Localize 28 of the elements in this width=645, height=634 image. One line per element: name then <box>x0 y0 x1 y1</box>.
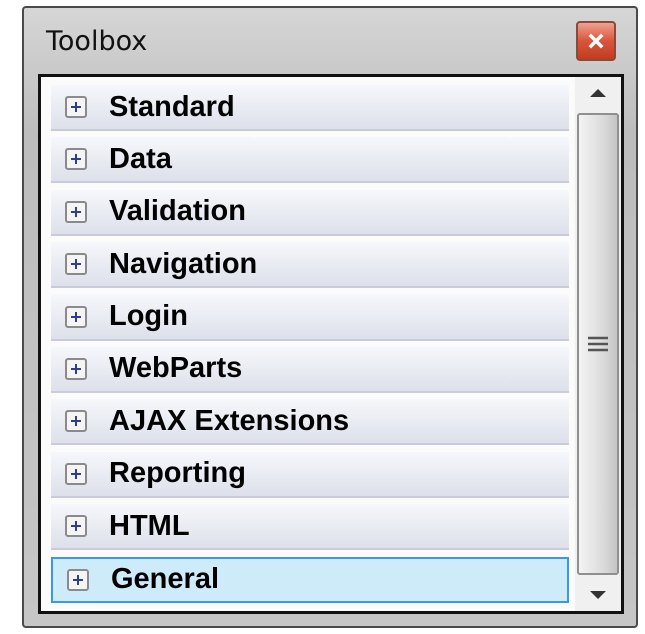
expand-icon[interactable] <box>65 253 87 276</box>
expand-icon[interactable] <box>65 200 87 223</box>
expand-icon[interactable] <box>65 358 87 380</box>
scroll-thumb[interactable] <box>577 113 619 575</box>
toolbox-group[interactable]: Validation <box>51 190 569 236</box>
toolbox-group[interactable]: Login <box>51 294 569 341</box>
expand-icon[interactable] <box>65 96 87 118</box>
close-icon <box>588 33 604 49</box>
scroll-up-icon[interactable] <box>588 87 608 99</box>
toolbox-group[interactable]: HTML <box>51 504 569 550</box>
window-title: Toolbox <box>46 26 148 56</box>
close-button[interactable] <box>576 21 616 61</box>
expand-icon[interactable] <box>67 568 89 591</box>
scroll-down-icon[interactable] <box>588 589 608 601</box>
toolbox-group[interactable]: Standard <box>51 85 569 131</box>
scrollbar[interactable] <box>575 77 621 611</box>
expand-icon[interactable] <box>65 148 87 170</box>
expand-icon[interactable] <box>65 306 87 328</box>
toolbox-group[interactable]: AJAX Extensions <box>51 399 569 446</box>
toolbox-group[interactable]: Data <box>51 137 569 184</box>
expand-icon[interactable] <box>65 410 87 432</box>
grip-icon <box>587 336 609 352</box>
toolbox-group[interactable]: General <box>51 556 569 603</box>
expand-icon[interactable] <box>65 462 87 485</box>
toolbox-group[interactable]: WebParts <box>51 346 569 393</box>
toolbox-group[interactable]: Reporting <box>51 452 569 498</box>
expand-icon[interactable] <box>65 515 87 538</box>
toolbox-group[interactable]: Navigation <box>51 242 569 288</box>
